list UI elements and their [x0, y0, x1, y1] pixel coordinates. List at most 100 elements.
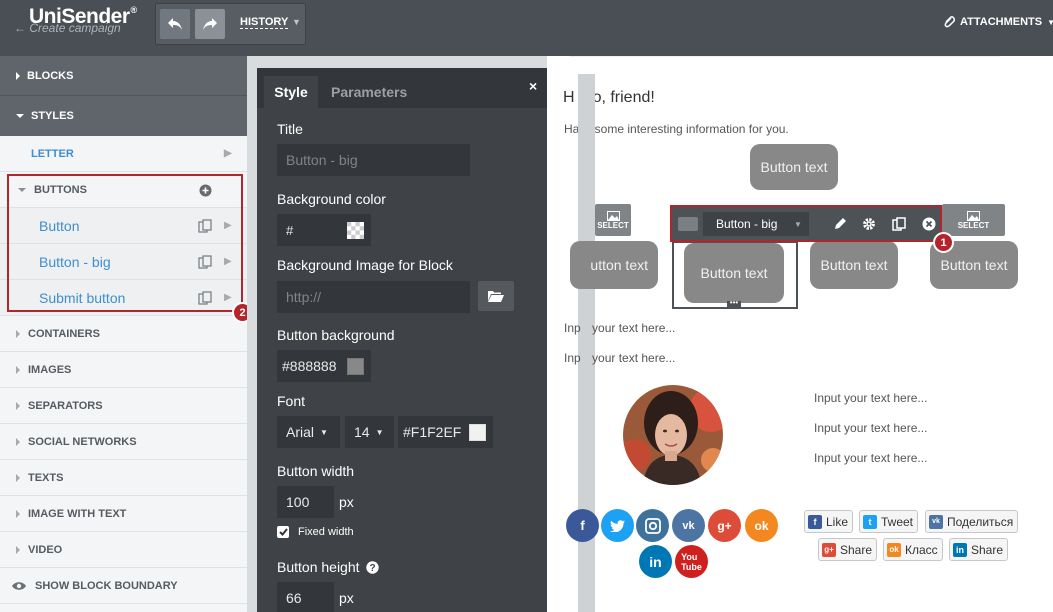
youtube-icon[interactable]: You Tube [675, 545, 708, 578]
fixed-width-label: Fixed width [298, 526, 354, 538]
font-color-swatch[interactable] [469, 424, 486, 441]
font-label: Font [277, 393, 306, 409]
transparent-swatch-icon[interactable] [347, 222, 364, 239]
sidebar-section-styles[interactable]: STYLES [0, 96, 247, 136]
select-image-button[interactable]: SELECT [942, 204, 1005, 236]
tab-style[interactable]: Style [264, 76, 318, 108]
drag-handle[interactable]: ••• [727, 299, 741, 307]
folder-open-icon [488, 291, 504, 302]
show-block-boundary-toggle[interactable]: SHOW BLOCK BOUNDARY [0, 568, 247, 604]
facebook-icon[interactable]: f [566, 509, 599, 542]
chevron-right-icon [16, 473, 20, 482]
font-size-select[interactable]: 14 ▼ [345, 416, 394, 448]
sidebar-item-social-networks[interactable]: SOCIAL NETWORKS [0, 424, 247, 460]
select-image-button[interactable]: SELECT [595, 204, 631, 236]
title-input[interactable]: Button - big [277, 144, 470, 176]
width-unit: px [339, 494, 354, 510]
avatar-photo[interactable] [623, 385, 723, 485]
text-block-1[interactable]: Inp your text here... [564, 321, 675, 335]
height-unit: px [339, 590, 354, 606]
sidebar-item-separators[interactable]: SEPARATORS [0, 388, 247, 424]
share-button-twitter[interactable]: t Tweet [859, 510, 919, 533]
google-plus-icon[interactable]: g+ [708, 509, 741, 542]
vk-icon[interactable]: vk [672, 509, 705, 542]
google-plus-icon: g+ [822, 542, 836, 557]
chevron-right-icon [16, 71, 20, 80]
sidebar-item-images[interactable]: IMAGES [0, 352, 247, 388]
undo-icon [168, 18, 182, 30]
tab-parameters[interactable]: Parameters [331, 84, 407, 100]
attachments-dropdown[interactable]: ATTACHMENTS ▼ [943, 15, 1053, 29]
button-height-label: Button height ? [277, 559, 380, 575]
close-icon[interactable]: × [529, 78, 537, 94]
button-background-label: Button background [277, 327, 395, 343]
highlight-box-toolbar [670, 205, 942, 242]
browse-image-button[interactable] [478, 281, 514, 311]
history-dropdown[interactable]: HISTORY [240, 16, 289, 29]
chevron-down-icon: ▼ [1047, 17, 1053, 27]
chevron-down-icon: ▼ [320, 427, 328, 437]
twitter-icon: t [863, 514, 877, 529]
odnoklassniki-icon[interactable]: ok [745, 509, 778, 542]
highlight-box-buttons [7, 174, 243, 312]
instagram-icon[interactable] [636, 509, 669, 542]
email-button-left[interactable]: utton text [570, 241, 658, 289]
image-icon [967, 210, 980, 221]
odnoklassniki-icon: ok [887, 542, 901, 557]
email-button-middle[interactable]: Button text [810, 241, 898, 289]
button-width-label: Button width [277, 463, 355, 479]
vk-icon: vk [929, 514, 943, 529]
font-family-select[interactable]: Arial ▼ [277, 416, 340, 448]
annotation-badge-1: 1 [933, 232, 954, 253]
svg-text:?: ? [370, 563, 376, 574]
redo-button[interactable] [195, 9, 225, 39]
fixed-width-checkbox[interactable] [277, 526, 289, 538]
canvas-top-edge [570, 45, 1000, 57]
sidebar-item-containers[interactable]: CONTAINERS [0, 316, 247, 352]
sidebar-item-video[interactable]: VIDEO [0, 532, 247, 568]
button-width-input[interactable]: 100 [277, 486, 334, 518]
twitter-icon[interactable] [601, 509, 634, 542]
linkedin-icon: in [953, 542, 967, 557]
chevron-right-icon: ▶ [224, 148, 232, 159]
text-block-3[interactable]: Input your text here... [814, 391, 927, 405]
text-block-5[interactable]: Input your text here... [814, 451, 927, 465]
button-background-swatch[interactable] [347, 358, 364, 375]
chevron-right-icon [16, 545, 20, 554]
background-image-url-input[interactable]: http:// [277, 281, 470, 313]
camera-icon [644, 517, 661, 534]
share-button-linkedin[interactable]: in Share [949, 538, 1009, 561]
sidebar-section-blocks[interactable]: BLOCKS [0, 56, 247, 96]
background-image-label: Background Image for Block [277, 257, 453, 273]
share-button-google-plus[interactable]: g+ Share [818, 538, 878, 561]
button-height-input[interactable]: 66 [277, 582, 334, 612]
email-button-selected[interactable]: Button text [684, 243, 784, 303]
image-icon [606, 210, 620, 221]
attachments-label: ATTACHMENTS [960, 16, 1043, 28]
twitter-bird-icon [610, 519, 625, 532]
help-icon[interactable]: ? [366, 561, 380, 574]
sidebar-item-letter[interactable]: LETTER ▶ [0, 136, 247, 172]
background-color-label: Background color [277, 191, 386, 207]
text-block-2[interactable]: Inp your text here... [564, 351, 675, 365]
eye-icon [12, 581, 26, 590]
subtitle-text: Create campaign [29, 21, 121, 35]
undo-button[interactable] [160, 9, 190, 39]
checkmark-icon [278, 528, 288, 536]
sidebar-item-texts[interactable]: TEXTS [0, 460, 247, 496]
chevron-right-icon [16, 509, 20, 518]
chevron-right-icon [16, 329, 20, 338]
text-block-4[interactable]: Input your text here... [814, 421, 927, 435]
redo-icon [203, 18, 217, 30]
share-button-odnoklassniki[interactable]: ok Класс [883, 538, 943, 561]
linkedin-icon[interactable]: in [639, 545, 672, 578]
chevron-right-icon [16, 437, 20, 446]
share-button-vk[interactable]: vk Поделиться [925, 510, 1019, 533]
email-button-top[interactable]: Button text [750, 144, 838, 190]
back-to-create-campaign[interactable]: ← Create campaign [14, 21, 121, 35]
chevron-right-icon [16, 401, 20, 410]
sidebar-item-image-with-text[interactable]: IMAGE WITH TEXT [0, 496, 247, 532]
facebook-icon: f [808, 514, 822, 529]
chevron-down-icon[interactable]: ▼ [292, 17, 301, 27]
share-button-facebook[interactable]: f Like [804, 510, 854, 533]
